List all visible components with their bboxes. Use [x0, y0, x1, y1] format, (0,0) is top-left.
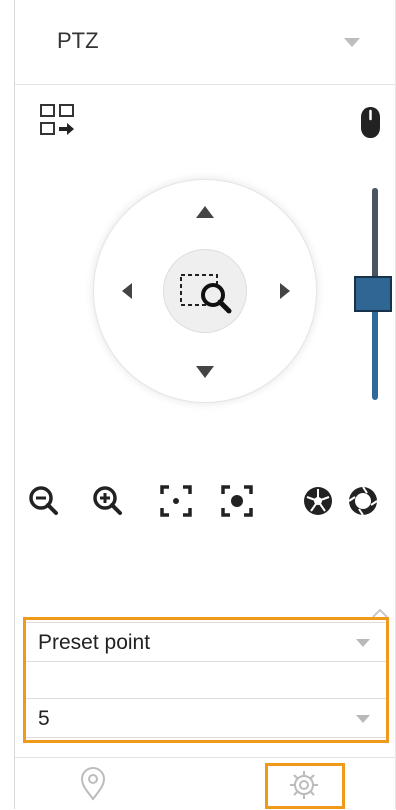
expand-chevron-icon[interactable]	[371, 606, 389, 618]
pan-left-button[interactable]	[112, 276, 142, 306]
direction-pad[interactable]	[94, 180, 316, 402]
function-select-value: Preset point	[38, 631, 151, 654]
function-select[interactable]: Preset point	[25, 622, 387, 662]
focus-near-button[interactable]	[159, 484, 193, 518]
area-zoom-button[interactable]	[163, 249, 247, 333]
preset-number-value: 5	[38, 707, 50, 730]
mouse-icon[interactable]	[359, 106, 383, 140]
focus-far-icon	[221, 485, 253, 517]
zoom-in-icon	[93, 486, 122, 515]
panel-header[interactable]: PTZ	[15, 0, 395, 85]
zoom-out-icon	[29, 486, 58, 515]
collapse-caret-icon[interactable]	[344, 38, 360, 47]
panel-footer	[15, 757, 395, 810]
iris-close-button[interactable]	[301, 484, 335, 518]
pan-down-button[interactable]	[190, 356, 220, 386]
panel-title: PTZ	[57, 28, 99, 53]
chevron-down-icon	[356, 715, 370, 723]
chevron-down-icon	[356, 639, 370, 647]
zoom-in-button[interactable]	[91, 484, 125, 518]
zoom-out-button[interactable]	[27, 484, 61, 518]
preset-number-select[interactable]: 5	[25, 698, 387, 738]
focus-far-button[interactable]	[220, 484, 254, 518]
pan-right-button[interactable]	[270, 276, 300, 306]
layout-switch-icon[interactable]	[39, 103, 79, 139]
iris-open-icon	[348, 486, 378, 516]
location-pin-icon[interactable]	[78, 766, 108, 802]
iris-open-button[interactable]	[346, 484, 380, 518]
speed-slider-thumb[interactable]	[354, 276, 392, 312]
ptz-panel: PTZ Preset point 5	[14, 0, 396, 809]
focus-near-icon	[160, 485, 192, 517]
gear-icon[interactable]	[287, 768, 321, 802]
area-zoom-icon	[180, 274, 232, 314]
pan-up-button[interactable]	[190, 198, 220, 228]
iris-close-icon	[304, 487, 332, 515]
